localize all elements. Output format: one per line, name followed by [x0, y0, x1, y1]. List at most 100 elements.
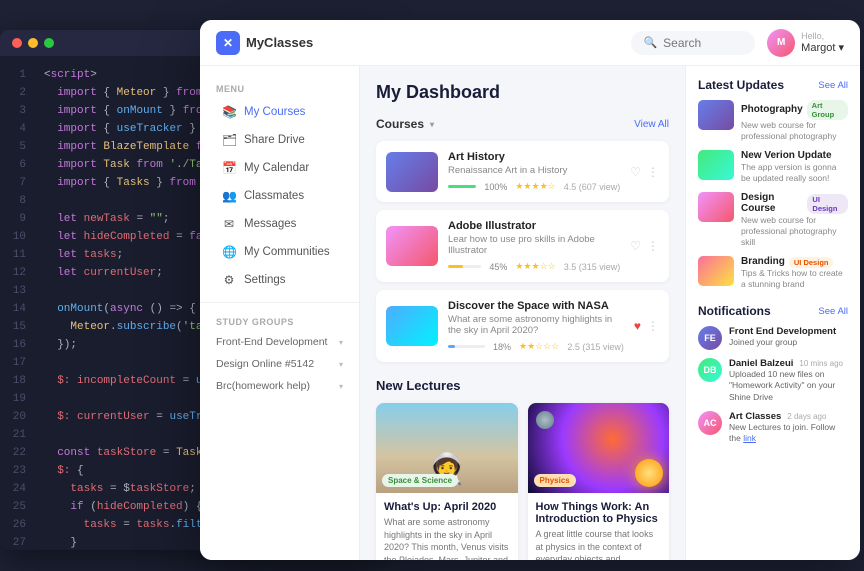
- notifications-title: Notifications: [698, 304, 771, 318]
- course-meta-space: 18% ★★☆☆☆ 2.5 (315 view): [448, 341, 624, 352]
- progress-bar-art: [448, 185, 476, 188]
- courses-section-header: Courses ▾ View All: [376, 117, 669, 131]
- main-layout: MENU 📚 My Courses 🗂 Share Drive 📅 My Cal…: [200, 66, 860, 560]
- physics-planet: [536, 411, 554, 429]
- latest-updates-header: Latest Updates See All: [698, 78, 848, 92]
- lecture-thumb-space: 🧑‍🚀 Space & Science: [376, 403, 518, 493]
- notif-body-fe: Front End Development Joined your group: [729, 326, 848, 348]
- update-desc-design: New web course for professional photogra…: [741, 215, 848, 248]
- calendar-icon: 📅: [222, 161, 236, 175]
- courses-icon: 📚: [222, 105, 236, 119]
- lecture-thumb-physics: Physics: [528, 403, 670, 493]
- update-title-row-photo: Photography Art Group: [741, 100, 848, 120]
- more-icon-art[interactable]: ⋮: [647, 165, 659, 179]
- study-groups-label: STUDY GROUPS: [200, 311, 359, 331]
- notif-time-db: 10 mins ago: [799, 359, 843, 368]
- stars-space: ★★☆☆☆: [519, 341, 559, 352]
- sidebar-item-messages[interactable]: ✉ Messages: [206, 210, 353, 238]
- update-item-verion: New Verion Update The app version is gon…: [698, 150, 848, 184]
- notif-avatar-db: DB: [698, 358, 722, 382]
- notif-link-ac[interactable]: link: [743, 433, 756, 443]
- courses-section-title: Courses ▾: [376, 117, 434, 131]
- heart-icon-art[interactable]: ♡: [630, 165, 641, 179]
- new-lectures-title: New Lectures: [376, 378, 669, 393]
- notif-name-ac: Art Classes: [729, 411, 781, 422]
- update-info-brand: Branding UI Design Tips & Tricks how to …: [741, 256, 848, 290]
- sidebar-group-design[interactable]: Design Online #5142 ▾: [200, 353, 359, 375]
- notif-item-fe: FE Front End Development Joined your gro…: [698, 326, 848, 350]
- sidebar-item-courses[interactable]: 📚 My Courses: [206, 98, 353, 126]
- course-title-art: Art History: [448, 151, 620, 163]
- sidebar-label-settings: Settings: [244, 274, 286, 286]
- update-badge-photo: Art Group: [807, 100, 848, 120]
- notif-name-fe: Front End Development: [729, 326, 836, 337]
- more-icon-space[interactable]: ⋮: [647, 319, 659, 333]
- sidebar-group-homework[interactable]: Brc(homework help) ▾: [200, 375, 359, 397]
- group-label-homework: Brc(homework help): [216, 380, 310, 392]
- lecture-body-physics: How Things Work: An Introduction to Phys…: [528, 493, 670, 560]
- notifications-see-all[interactable]: See All: [818, 306, 848, 317]
- notif-item-db: DB Daniel Balzeui 10 mins ago Uploaded 1…: [698, 358, 848, 402]
- classmates-icon: 👥: [222, 189, 236, 203]
- sidebar-label-classmates: Classmates: [244, 190, 304, 202]
- course-card-space: Discover the Space with NASA What are so…: [376, 290, 669, 362]
- group-label-frontend: Front-End Development: [216, 336, 327, 348]
- lecture-title-physics: How Things Work: An Introduction to Phys…: [536, 501, 662, 525]
- notif-item-ac: AC Art Classes 2 days ago New Lectures t…: [698, 411, 848, 444]
- app-window: ✕ MyClasses 🔍 M Hello, Margot ▾ MENU 📚 M…: [200, 20, 860, 560]
- line-numbers: 1234567891011121314151617181920212223242…: [0, 66, 36, 550]
- update-badge-brand: UI Design: [789, 257, 834, 268]
- update-info-photo: Photography Art Group New web course for…: [741, 100, 848, 142]
- sidebar-menu-label: MENU: [200, 78, 359, 98]
- stars-ai: ★★★☆☆: [515, 261, 555, 272]
- progress-bar-ai: [448, 265, 481, 268]
- chevron-down-icon: ▾: [339, 338, 343, 347]
- update-thumb-verion: [698, 150, 734, 180]
- view-all-button[interactable]: View All: [634, 119, 669, 130]
- update-thumb-brand: [698, 256, 734, 286]
- heart-icon-space[interactable]: ♥: [634, 319, 641, 333]
- rating-space: 2.5 (315 view): [567, 342, 624, 352]
- progress-pct-space: 18%: [493, 342, 511, 352]
- rating-art: 4.5 (607 view): [564, 182, 621, 192]
- sidebar: MENU 📚 My Courses 🗂 Share Drive 📅 My Cal…: [200, 66, 360, 560]
- update-info-verion: New Verion Update The app version is gon…: [741, 150, 848, 184]
- more-icon-ai[interactable]: ⋮: [647, 239, 659, 253]
- sidebar-item-calendar[interactable]: 📅 My Calendar: [206, 154, 353, 182]
- sidebar-label-messages: Messages: [244, 218, 296, 230]
- course-actions-space: ♥ ⋮: [634, 319, 659, 333]
- sidebar-group-frontend[interactable]: Front-End Development ▾: [200, 331, 359, 353]
- course-title-ai: Adobe Illustrator: [448, 220, 620, 232]
- settings-icon: ⚙: [222, 273, 236, 287]
- sidebar-item-settings[interactable]: ⚙ Settings: [206, 266, 353, 294]
- sidebar-item-classmates[interactable]: 👥 Classmates: [206, 182, 353, 210]
- course-info-ai: Adobe Illustrator Lear how to use pro sk…: [448, 220, 620, 272]
- update-item-branding: Branding UI Design Tips & Tricks how to …: [698, 256, 848, 290]
- latest-updates-title: Latest Updates: [698, 78, 784, 92]
- lectures-grid: 🧑‍🚀 Space & Science What's Up: April 202…: [376, 403, 669, 560]
- latest-updates-see-all[interactable]: See All: [818, 80, 848, 91]
- close-dot: [12, 38, 22, 48]
- notif-avatar-ac: AC: [698, 411, 722, 435]
- sidebar-label-courses: My Courses: [244, 106, 305, 118]
- update-title-row-brand: Branding UI Design: [741, 256, 848, 268]
- course-title-space: Discover the Space with NASA: [448, 300, 624, 312]
- search-bar[interactable]: 🔍: [631, 31, 755, 55]
- update-title-row-design: Design Course UI Design: [741, 192, 848, 215]
- heart-icon-ai[interactable]: ♡: [630, 239, 641, 253]
- lecture-tag-physics: Physics: [534, 474, 576, 487]
- notif-body-db: Daniel Balzeui 10 mins ago Uploaded 10 n…: [729, 358, 848, 402]
- notif-text-ac: New Lectures to join. Follow the link: [729, 422, 848, 444]
- notif-avatar-fe: FE: [698, 326, 722, 350]
- sidebar-item-drive[interactable]: 🗂 Share Drive: [206, 126, 353, 154]
- search-input[interactable]: [663, 36, 743, 50]
- notif-text-db: Uploaded 10 new files on "Homework Activ…: [729, 369, 848, 402]
- user-greeting: Hello, Margot ▾: [801, 31, 844, 54]
- notif-name-db: Daniel Balzeui: [729, 358, 793, 369]
- sidebar-item-communities[interactable]: 🌐 My Communities: [206, 238, 353, 266]
- course-meta-art: 100% ★★★★☆ 4.5 (607 view): [448, 181, 620, 192]
- courses-dropdown-arrow: ▾: [430, 120, 434, 129]
- update-title-design: Design Course: [741, 192, 803, 214]
- app-logo: ✕ MyClasses: [216, 31, 313, 55]
- notifications-header: Notifications See All: [698, 304, 848, 318]
